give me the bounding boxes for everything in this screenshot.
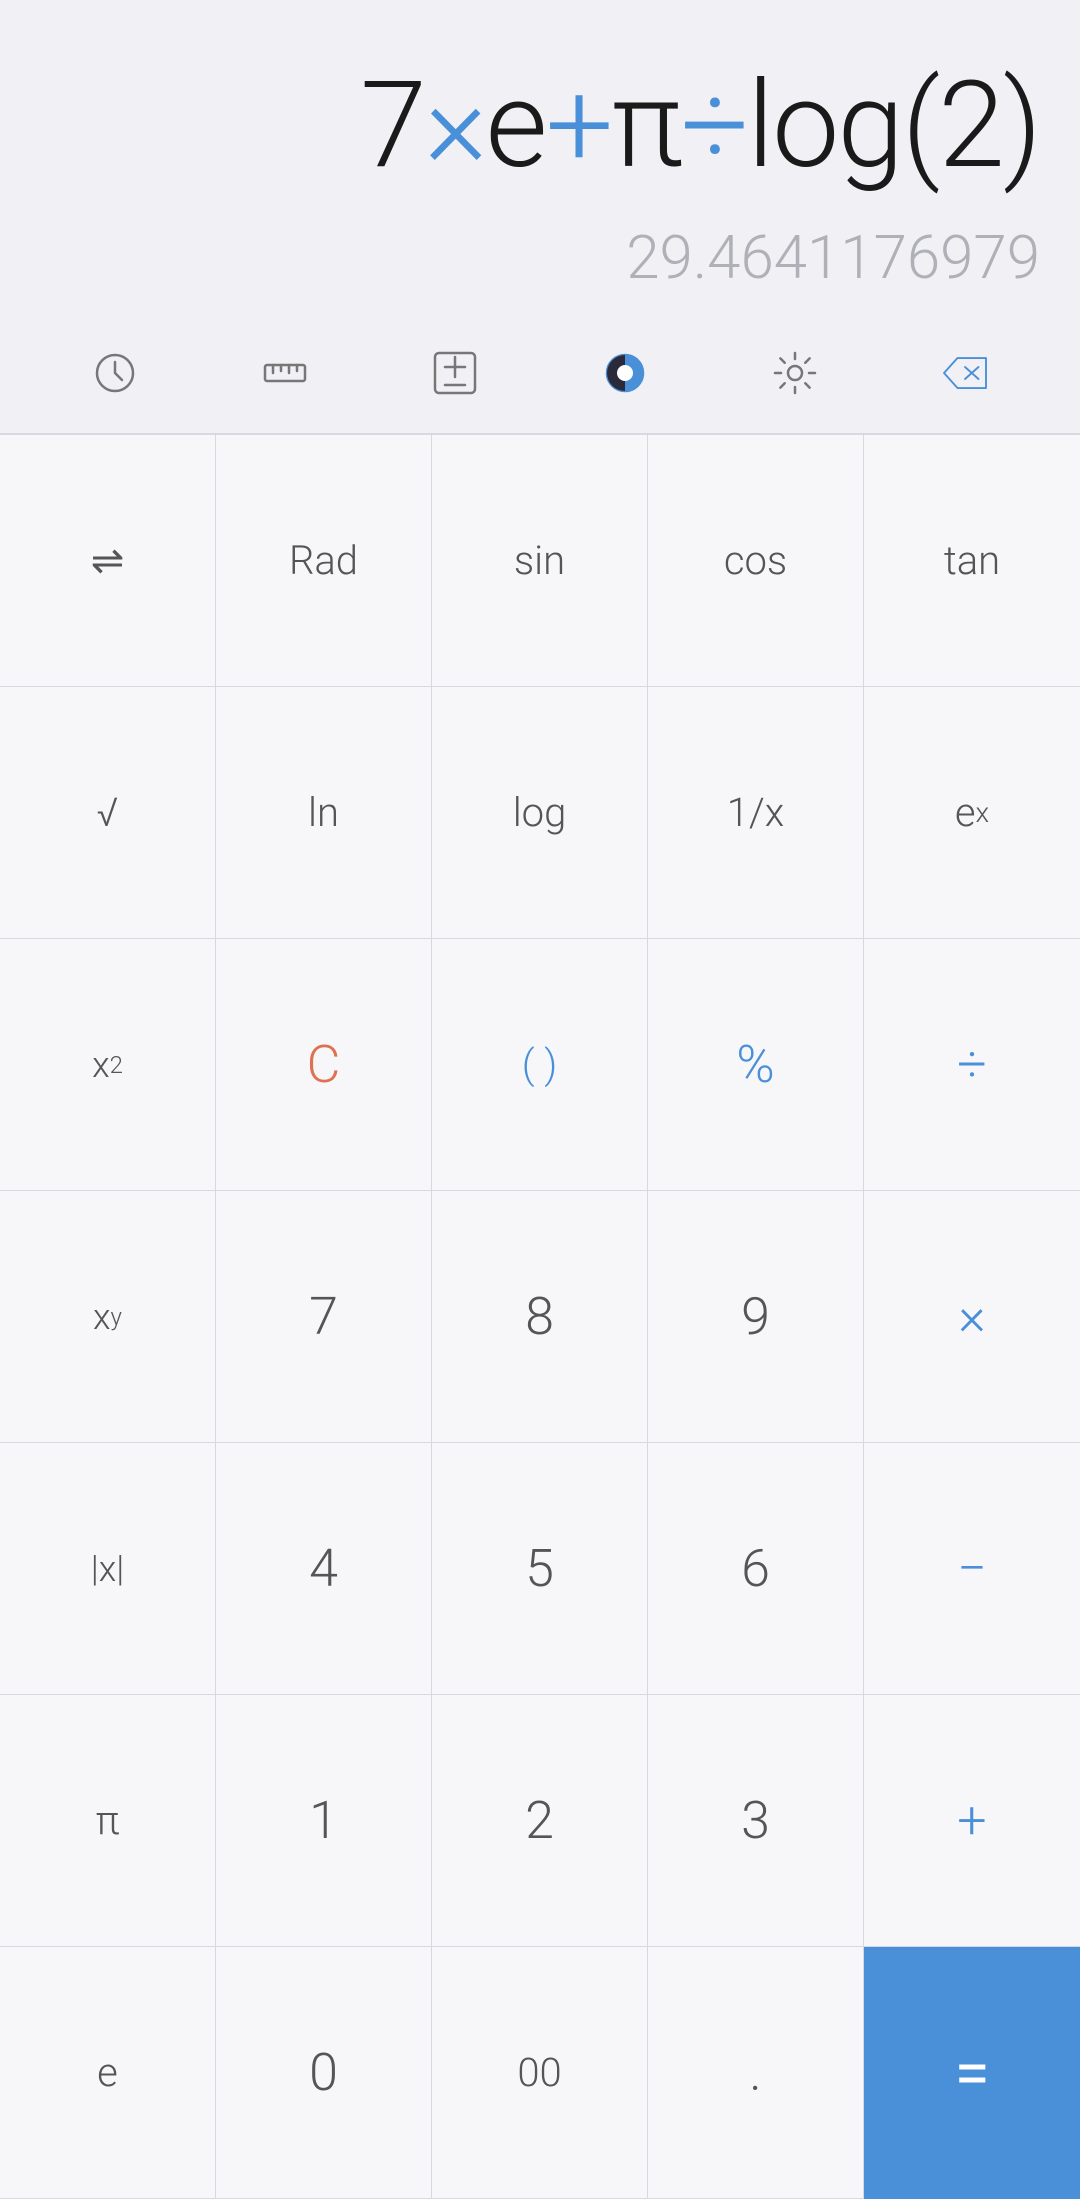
clear-key[interactable]: C bbox=[216, 939, 432, 1191]
multiply-key[interactable]: × bbox=[864, 1191, 1080, 1443]
tan-key[interactable]: tan bbox=[864, 435, 1080, 687]
multiply-op: × bbox=[425, 56, 486, 196]
square-key[interactable]: x2 bbox=[0, 939, 216, 1191]
decimal-key[interactable]: . bbox=[648, 1947, 864, 2199]
backspace-button[interactable] bbox=[925, 333, 1005, 413]
one-key[interactable]: 1 bbox=[216, 1695, 432, 1947]
plusminus-button[interactable] bbox=[415, 333, 495, 413]
percent-key[interactable]: % bbox=[648, 939, 864, 1191]
power-key[interactable]: xy bbox=[0, 1191, 216, 1443]
theme-button[interactable] bbox=[585, 333, 665, 413]
nine-key[interactable]: 9 bbox=[648, 1191, 864, 1443]
divide-op: ÷ bbox=[681, 56, 747, 196]
double-zero-key[interactable]: 00 bbox=[432, 1947, 648, 2199]
sin-key[interactable]: sin bbox=[432, 435, 648, 687]
shift-key[interactable]: ⇌ bbox=[0, 435, 216, 687]
history-button[interactable] bbox=[75, 333, 155, 413]
parentheses-key[interactable]: ( ) bbox=[432, 939, 648, 1191]
cos-key[interactable]: cos bbox=[648, 435, 864, 687]
five-key[interactable]: 5 bbox=[432, 1443, 648, 1695]
euler-key[interactable]: e bbox=[0, 1947, 216, 2199]
rad-key[interactable]: Rad bbox=[216, 435, 432, 687]
abs-key[interactable]: |x| bbox=[0, 1443, 216, 1695]
subtract-key[interactable]: − bbox=[864, 1443, 1080, 1695]
log-key[interactable]: log bbox=[432, 687, 648, 939]
equals-key[interactable]: = bbox=[864, 1947, 1080, 2199]
six-key[interactable]: 6 bbox=[648, 1443, 864, 1695]
three-key[interactable]: 3 bbox=[648, 1695, 864, 1947]
pi-key[interactable]: π bbox=[0, 1695, 216, 1947]
inverse-key[interactable]: 1/x bbox=[648, 687, 864, 939]
display-area: 7×e+π÷log(2) 29.4641176979 bbox=[0, 0, 1080, 313]
result-display: 29.4641176979 bbox=[40, 222, 1040, 293]
toolbar bbox=[0, 313, 1080, 434]
seven-key[interactable]: 7 bbox=[216, 1191, 432, 1443]
sqrt-key[interactable]: √ bbox=[0, 687, 216, 939]
add-key[interactable]: + bbox=[864, 1695, 1080, 1947]
two-key[interactable]: 2 bbox=[432, 1695, 648, 1947]
eight-key[interactable]: 8 bbox=[432, 1191, 648, 1443]
divide-key[interactable]: ÷ bbox=[864, 939, 1080, 1191]
add-op: + bbox=[546, 56, 612, 196]
ruler-button[interactable] bbox=[245, 333, 325, 413]
exp-key[interactable]: ex bbox=[864, 687, 1080, 939]
keypad: ⇌ Rad sin cos tan √ ln log 1/x ex x2 C (… bbox=[0, 434, 1080, 2199]
ln-key[interactable]: ln bbox=[216, 687, 432, 939]
expression-display: 7×e+π÷log(2) bbox=[40, 60, 1040, 192]
four-key[interactable]: 4 bbox=[216, 1443, 432, 1695]
settings-button[interactable] bbox=[755, 333, 835, 413]
zero-key[interactable]: 0 bbox=[216, 1947, 432, 2199]
